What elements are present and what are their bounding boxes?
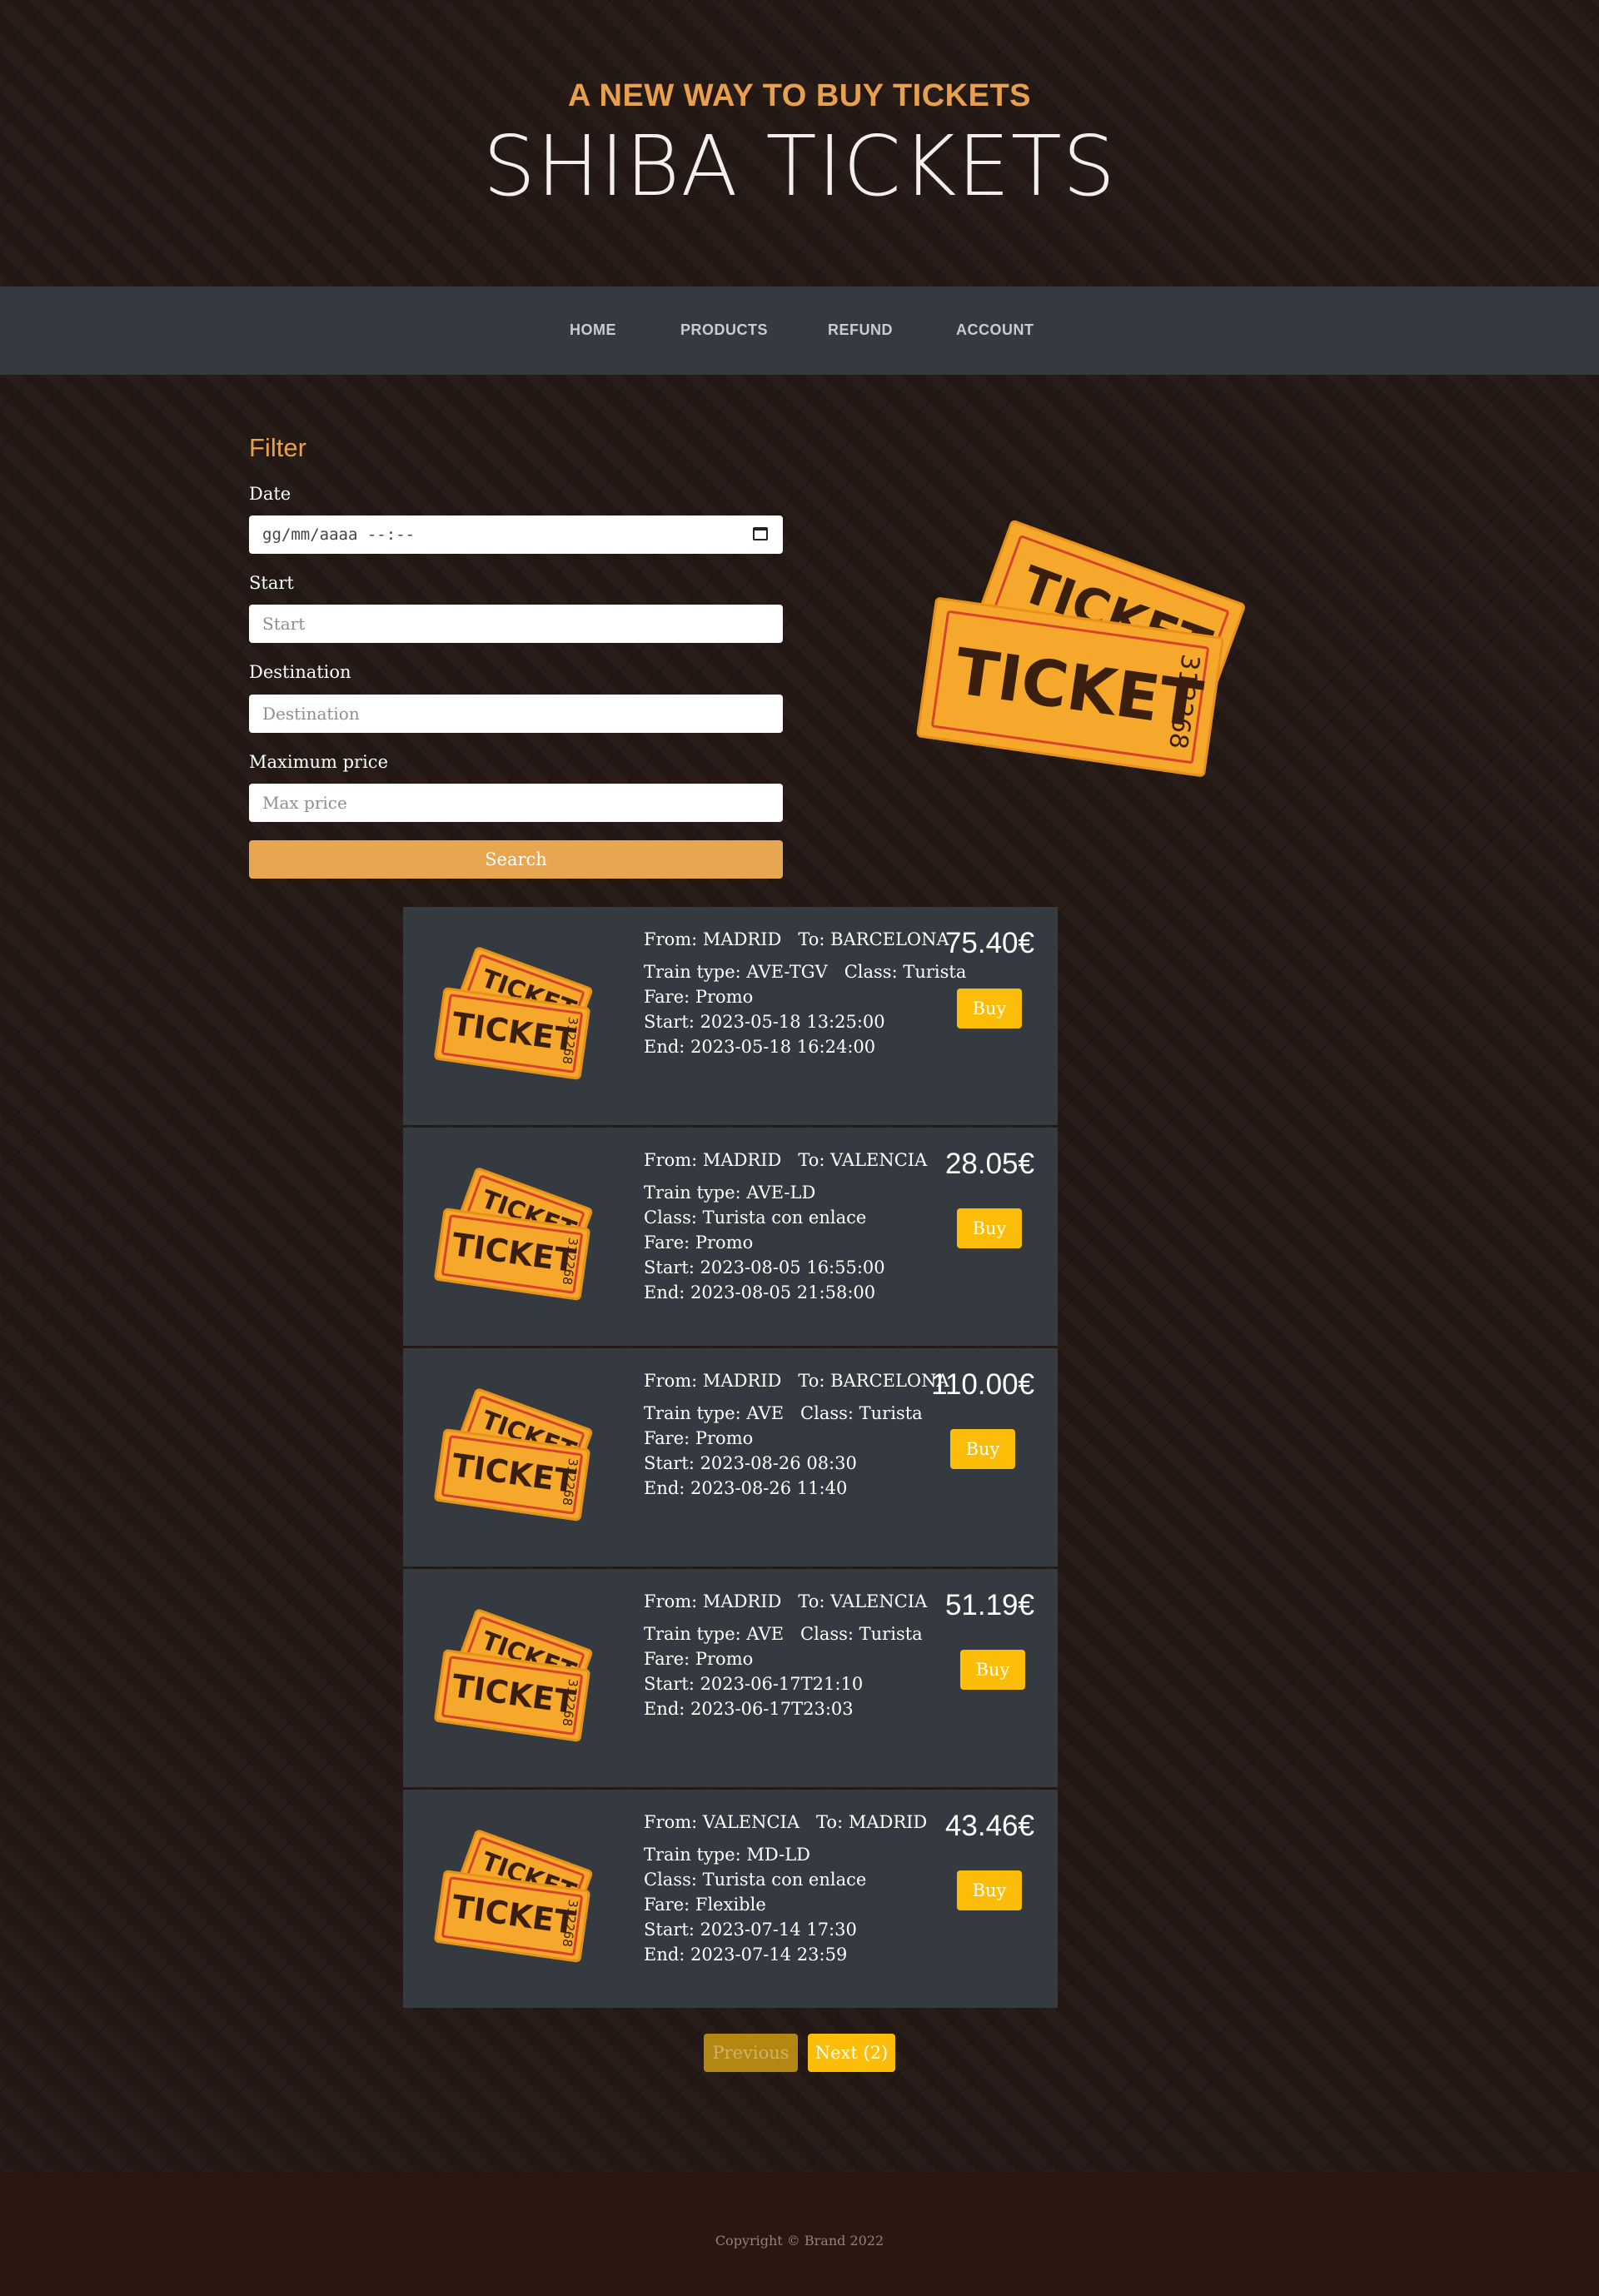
ticket-detail-line: Start: 2023-08-05 16:55:00 [644,1258,885,1277]
ticket-detail-line: End: 2023-07-14 23:59 [644,1945,848,1965]
start-input[interactable]: Start [249,605,783,643]
route-line: From: MADRID To: BARCELONA [644,927,966,952]
copyright-text: Copyright © Brand 2022 [715,2233,884,2249]
date-placeholder: gg/mm/aaaa --:-- [262,525,416,544]
route-line: From: VALENCIA To: MADRID [644,1810,927,1835]
buy-button[interactable]: Buy [960,1650,1025,1690]
route-line: From: MADRID To: VALENCIA [644,1589,927,1614]
ticket-price: 28.05€ [944,1148,1034,1180]
buy-button[interactable]: Buy [950,1429,1015,1469]
ticket-info: From: MADRID To: VALENCIA Train type: AVE… [644,1148,927,1305]
start-label: Start [249,573,294,593]
previous-button[interactable]: Previous [704,2034,798,2072]
route-from: From: MADRID [644,1591,782,1611]
ticket-detail-line: Train type: MD-LD [644,1845,811,1865]
max-price-label: Maximum price [249,752,388,772]
ticket-price: 51.19€ [944,1589,1034,1621]
route-from: From: VALENCIA [644,1812,800,1832]
next-button[interactable]: Next (2) [808,2034,895,2072]
buy-button[interactable]: Buy [957,1870,1022,1910]
ticket-detail-line: Class: Turista con enlace [644,1870,867,1890]
ticket-info: From: VALENCIA To: MADRID Train type: MD-… [644,1810,927,1967]
date-label: Date [249,484,291,504]
nav-home[interactable]: HOME [570,321,616,339]
ticket-detail-line: Train type: AVE Class: Turista [644,1403,923,1423]
ticket-detail-line: Start: 2023-08-26 08:30 [644,1453,857,1473]
buy-button[interactable]: Buy [957,989,1022,1028]
route-to: To: BARCELONA [798,1371,949,1391]
ticket-thumbnail: TICKET TICKET 312268 [433,1602,603,1752]
destination-label: Destination [249,662,351,682]
ticket-info: From: MADRID To: BARCELONA Train type: AV… [644,1368,949,1501]
ticket-info: From: MADRID To: VALENCIA Train type: AVE… [644,1589,927,1721]
ticket-price: 75.40€ [944,927,1034,959]
route-to: To: BARCELONA [798,929,949,949]
ticket-detail-line: Start: 2023-07-14 17:30 [644,1920,857,1940]
ticket-price: 110.00€ [931,1368,1034,1401]
ticket-detail-line: Fare: Promo [644,1428,754,1448]
max-price-placeholder: Max price [262,793,347,813]
ticket-detail-line: Train type: AVE Class: Turista [644,1624,923,1644]
brand-title: SHIBA TICKETS [482,117,1117,215]
tickets-illustration: TICKET TICKET 312268 [908,508,1266,808]
ticket-detail-line: End: 2023-08-05 21:58:00 [644,1282,876,1302]
route-line: From: MADRID To: VALENCIA [644,1148,927,1173]
ticket-detail-line: Start: 2023-05-18 13:25:00 [644,1012,885,1032]
site-footer: Copyright © Brand 2022 [0,2173,1599,2296]
calendar-icon[interactable] [753,527,768,540]
ticket-detail-line: End: 2023-06-17T23:03 [644,1699,854,1719]
ticket-thumbnail: TICKET TICKET 312268 [433,940,603,1090]
ticket-thumbnail: TICKET TICKET 312268 [433,1382,603,1531]
route-to: To: MADRID [816,1812,928,1832]
search-button[interactable]: Search [249,840,783,879]
buy-button[interactable]: Buy [957,1208,1022,1248]
ticket-detail-line: Fare: Promo [644,1649,754,1669]
ticket-detail-line: Class: Turista con enlace [644,1208,867,1228]
site-header: A NEW WAY TO BUY TICKETS SHIBA TICKETS [0,0,1599,286]
route-to: To: VALENCIA [798,1150,928,1170]
ticket-thumbnail: TICKET TICKET 312268 [433,1161,603,1311]
route-from: From: MADRID [644,929,782,949]
ticket-detail-line: End: 2023-08-26 11:40 [644,1478,848,1498]
ticket-detail-line: Fare: Flexible [644,1895,766,1915]
ticket-detail-line: Train type: AVE-TGV Class: Turista [644,962,967,982]
route-line: From: MADRID To: BARCELONA [644,1368,949,1393]
ticket-detail-line: End: 2023-05-18 16:24:00 [644,1037,876,1057]
filter-title: Filter [249,433,306,462]
route-from: From: MADRID [644,1371,782,1391]
nav-products[interactable]: PRODUCTS [680,321,768,339]
destination-placeholder: Destination [262,704,360,724]
date-input[interactable]: gg/mm/aaaa --:-- [249,515,783,554]
ticket-detail-line: Start: 2023-06-17T21:10 [644,1674,864,1694]
start-placeholder: Start [262,614,306,634]
main-nav: HOME PRODUCTS REFUND ACCOUNT [0,286,1599,375]
ticket-detail-line: Train type: AVE-LD [644,1183,816,1203]
nav-refund[interactable]: REFUND [828,321,893,339]
route-to: To: VALENCIA [798,1591,928,1611]
nav-account[interactable]: ACCOUNT [956,321,1034,339]
destination-input[interactable]: Destination [249,695,783,733]
ticket-detail-line: Fare: Promo [644,987,754,1007]
ticket-info: From: MADRID To: BARCELONA Train type: AV… [644,927,966,1059]
ticket-price: 43.46€ [944,1810,1034,1842]
route-from: From: MADRID [644,1150,782,1170]
ticket-detail-line: Fare: Promo [644,1233,754,1253]
max-price-input[interactable]: Max price [249,784,783,822]
ticket-thumbnail: TICKET TICKET 312268 [433,1823,603,1973]
tagline: A NEW WAY TO BUY TICKETS [567,78,1032,113]
